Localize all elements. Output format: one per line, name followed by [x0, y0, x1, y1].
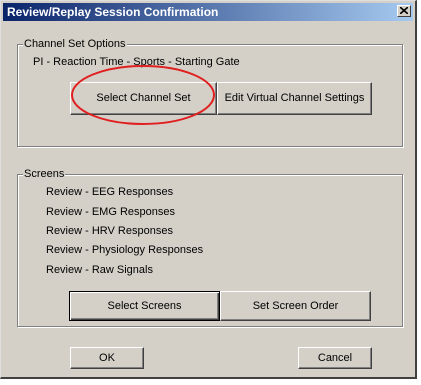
- select-screens-button[interactable]: Select Screens: [69, 291, 220, 321]
- current-channel-set: PI - Reaction Time - Sports - Starting G…: [33, 56, 240, 68]
- select-channel-set-button[interactable]: Select Channel Set: [70, 82, 217, 115]
- screen-list-item: Review - EMG Responses: [46, 206, 175, 218]
- close-icon: [400, 7, 408, 14]
- set-screen-order-label: Set Screen Order: [252, 300, 339, 312]
- ok-label: OK: [99, 352, 115, 364]
- ok-button[interactable]: OK: [70, 347, 144, 369]
- edit-virtual-channel-settings-label: Edit Virtual Channel Settings: [224, 92, 365, 104]
- cancel-label: Cancel: [317, 352, 353, 364]
- select-screens-label: Select Screens: [107, 300, 182, 312]
- screen-list-item: Review - Raw Signals: [46, 264, 153, 276]
- screen-list-item: Review - HRV Responses: [46, 225, 173, 237]
- cancel-button[interactable]: Cancel: [298, 347, 372, 369]
- set-screen-order-button[interactable]: Set Screen Order: [220, 291, 371, 321]
- screen-list-item: Review - EEG Responses: [46, 186, 174, 198]
- dialog-window: Review/Replay Session Confirmation Chann…: [0, 0, 417, 379]
- window-title: Review/Replay Session Confirmation: [7, 5, 219, 19]
- screen-list-item: Review - Physiology Responses: [46, 244, 204, 256]
- close-button[interactable]: [397, 5, 411, 17]
- title-bar[interactable]: Review/Replay Session Confirmation: [3, 3, 413, 21]
- screens-group-label: Screens: [23, 168, 66, 180]
- select-channel-set-label: Select Channel Set: [96, 92, 191, 104]
- channel-set-group-label: Channel Set Options: [23, 38, 127, 50]
- edit-virtual-channel-settings-button[interactable]: Edit Virtual Channel Settings: [217, 82, 372, 115]
